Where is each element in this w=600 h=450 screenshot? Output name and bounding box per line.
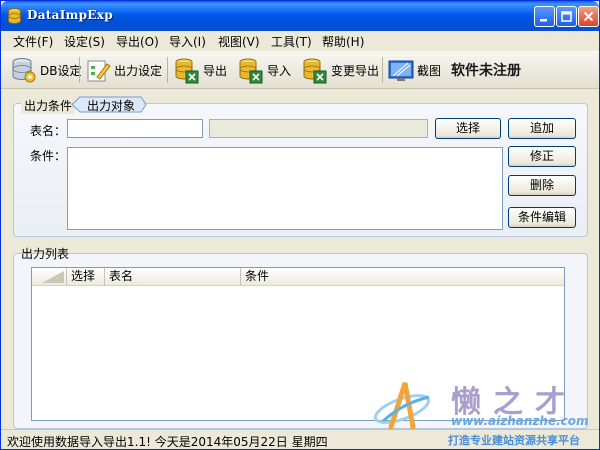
menu-import[interactable]: 导入(I) [169,33,206,50]
database-import-icon [239,58,263,84]
close-button[interactable] [578,6,599,27]
database-icon [8,8,21,24]
select-button[interactable]: 选择 [435,118,501,139]
column-header-corner[interactable] [32,268,67,286]
db-settings-label: DB设定 [40,63,82,78]
output-settings-button[interactable]: 出力设定 [85,55,162,85]
export-button[interactable]: 导出 [174,55,227,85]
status-text: 欢迎使用数据导入导出1.1! 今天是2014年05月22日 星期四 [7,435,328,449]
import-label: 导入 [267,63,292,78]
screenshot-button[interactable]: 截图 [388,55,441,85]
watermark-logo-icon [373,382,431,430]
column-header-select[interactable]: 选择 [67,268,105,286]
maximize-button[interactable] [556,6,577,27]
export-label: 导出 [203,63,228,78]
toolbar-separator [79,57,80,83]
column-header-table-name[interactable]: 表名 [105,268,241,286]
table-name-label: 表名： [30,124,67,138]
screenshot-icon [388,60,414,81]
toolbar-separator [167,57,168,83]
table-name-display [209,119,428,138]
title-bar[interactable]: DataImpExp [1,1,599,31]
menu-view[interactable]: 视图(V) [218,33,260,50]
delete-button[interactable]: 删除 [508,175,576,196]
edit-document-icon [87,60,111,82]
window-title: DataImpExp [27,8,113,22]
output-condition-title: 出力条件 [21,97,76,114]
minimize-button[interactable] [534,6,555,27]
watermark-tagline: 打造专业建站资源共享平台 [448,434,580,447]
maximize-icon [561,11,572,22]
tab-output-target-label: 出力对象 [87,99,136,113]
list-header: 选择 表名 条件 [32,268,564,286]
app-window: DataImpExp 文件(F) 设定(S) 导出(O) 导入(I) 视图(V)… [0,0,600,450]
close-icon [583,11,594,22]
toolbar-separator [382,57,383,83]
menu-settings[interactable]: 设定(S) [64,33,105,50]
menu-bar: 文件(F) 设定(S) 导出(O) 导入(I) 视图(V) 工具(T) 帮助(H… [1,31,599,51]
menu-help[interactable]: 帮助(H) [322,33,364,50]
database-export-icon [175,58,199,84]
edit-button[interactable]: 修正 [508,146,576,167]
condition-edit-button[interactable]: 条件编辑 [508,207,576,228]
add-button[interactable]: 追加 [508,118,576,139]
menu-tools[interactable]: 工具(T) [271,33,312,50]
menu-file[interactable]: 文件(F) [13,33,53,50]
condition-input[interactable] [67,147,503,230]
database-gear-icon [12,58,36,83]
column-header-condition[interactable]: 条件 [241,268,564,286]
change-export-button[interactable]: 变更导出 [302,55,379,85]
import-button[interactable]: 导入 [238,55,291,85]
unregistered-label: 软件未注册 [451,63,521,79]
condition-label: 条件： [30,149,67,163]
change-export-label: 变更导出 [331,63,380,78]
menu-export[interactable]: 导出(O) [116,33,159,50]
corner-triangle-icon [42,271,64,283]
minimize-icon [540,19,547,22]
watermark-url: www.aizhanzhe.com [451,414,589,428]
database-change-export-icon [303,58,327,84]
screenshot-label: 截图 [417,63,442,78]
tab-output-target[interactable]: 出力对象 [71,96,147,113]
db-settings-button[interactable]: DB设定 [11,55,81,85]
output-list-title: 出力列表 [21,247,70,261]
table-name-input[interactable] [67,119,203,138]
output-settings-label: 出力设定 [114,63,163,78]
